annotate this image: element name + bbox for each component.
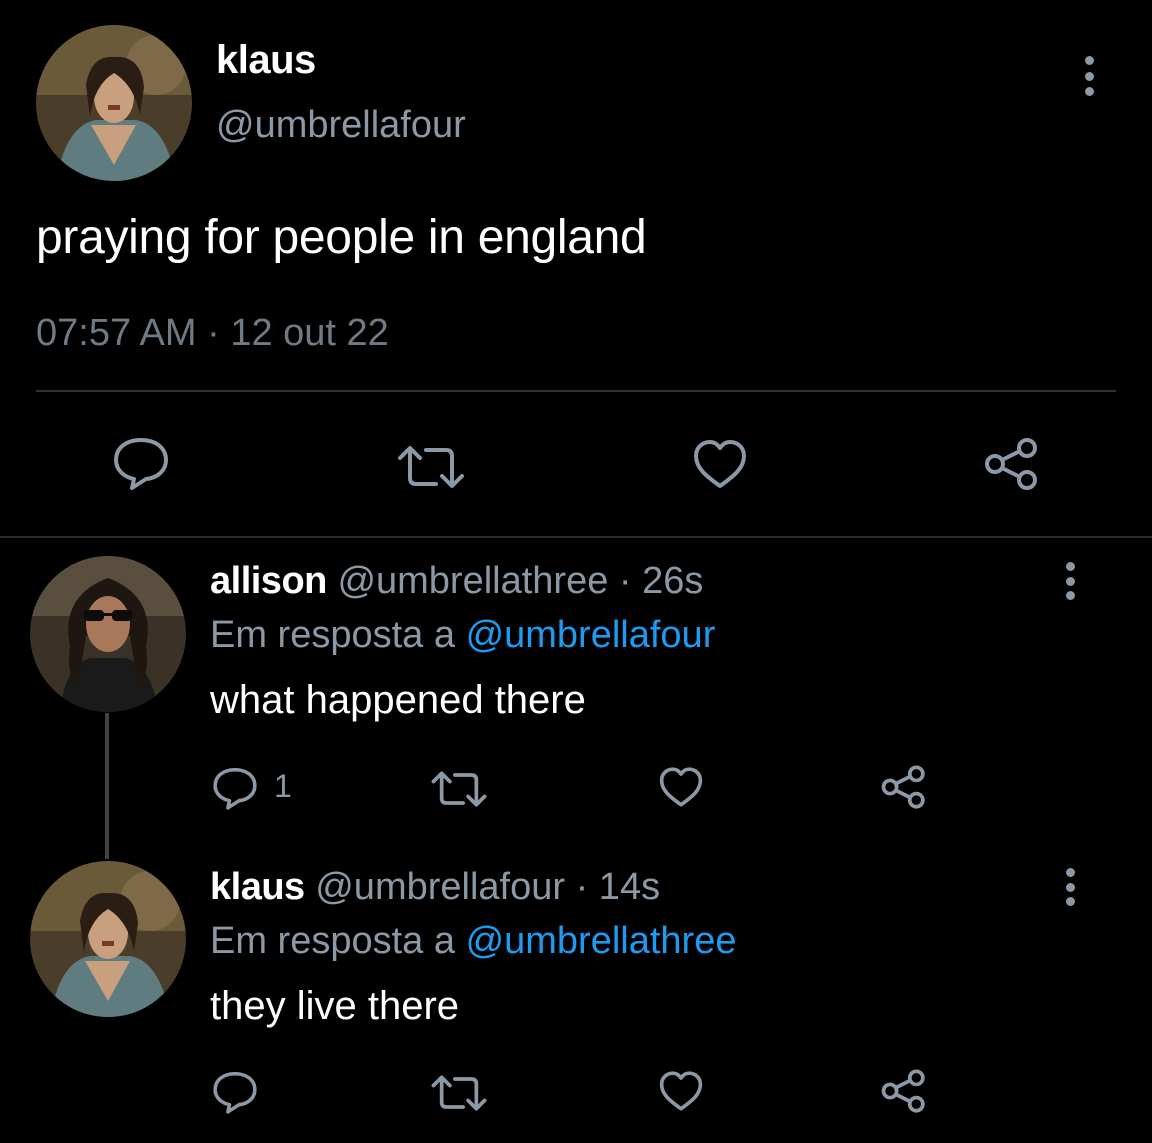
reply-to-line: Em resposta a @umbrellafour [210,614,715,657]
author-handle[interactable]: @umbrellathree [337,560,608,602]
reply-to-prefix: Em resposta a [210,920,466,962]
avatar[interactable] [36,25,192,181]
retweet-icon[interactable] [430,1074,488,1112]
like-icon[interactable] [658,766,704,808]
tweet-timestamp[interactable]: 07:57 AM · 12 out 22 [36,312,389,355]
reply-time: · 26s [618,560,704,602]
like-icon[interactable] [658,1070,704,1112]
like-icon[interactable] [692,438,748,490]
retweet-icon[interactable] [430,770,488,808]
reply-count: 1 [274,768,292,804]
reply-icon[interactable] [212,1070,258,1114]
author-handle[interactable]: @umbrellafour [315,866,565,908]
reply-header: allison @umbrellathree · 26s [210,560,703,603]
divider [36,390,1116,392]
avatar[interactable] [30,556,186,712]
thread-line [105,713,109,859]
share-icon[interactable] [983,436,1041,492]
reply-to-link[interactable]: @umbrellathree [466,920,737,962]
share-icon[interactable] [880,1068,928,1114]
reply-text: they live there [210,984,460,1028]
reply-time: · 14s [575,866,661,908]
reply-to-link[interactable]: @umbrellafour [466,614,716,656]
reply-to-line: Em resposta a @umbrellathree [210,920,736,963]
section-divider [0,536,1152,538]
reply-text: what happened there [210,678,586,722]
reply-header: klaus @umbrellafour · 14s [210,866,660,909]
retweet-icon[interactable] [396,444,466,490]
avatar[interactable] [30,861,186,1017]
author-name[interactable]: allison [210,560,327,602]
tweet-text: praying for people in england [36,211,647,264]
author-name[interactable]: klaus [210,866,305,908]
more-icon[interactable] [1058,562,1082,600]
reply-icon[interactable] [212,766,258,810]
more-icon[interactable] [1058,868,1082,906]
main-tweet: klaus @umbrellafour praying for people i… [0,0,1152,537]
reply-icon[interactable] [112,436,170,490]
share-icon[interactable] [880,764,928,810]
more-icon[interactable] [1077,56,1101,96]
author-name[interactable]: klaus [216,38,316,83]
author-handle[interactable]: @umbrellafour [216,104,466,147]
reply-to-prefix: Em resposta a [210,614,466,656]
